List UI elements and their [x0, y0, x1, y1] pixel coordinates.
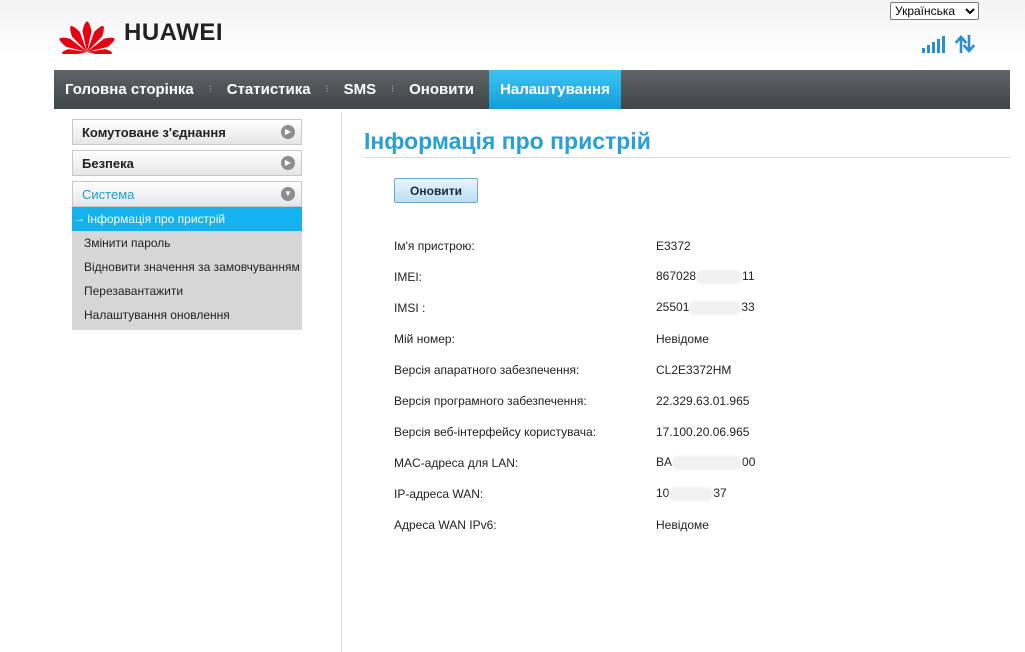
- redacted-blur: [672, 455, 743, 470]
- info-value-end: 33: [741, 300, 755, 315]
- info-value: 10 37: [656, 486, 727, 501]
- redacted-blur: [689, 300, 742, 315]
- info-label: Версія веб-інтерфейсу користувача:: [394, 424, 597, 439]
- huawei-flower-icon: [59, 21, 115, 54]
- info-value-end: 11: [742, 269, 755, 284]
- sidebar-section-label: Комутоване з'єднання: [82, 124, 226, 140]
- info-row-wan-ipv6: Адреса WAN IPv6: Невідоме: [394, 509, 755, 540]
- info-label: MAC-адреса для LAN:: [394, 455, 519, 470]
- info-label: Версія програмного забезпечення:: [394, 393, 587, 408]
- nav-separator: ⁝: [391, 84, 395, 95]
- content-divider: [341, 112, 342, 652]
- info-row-lan-mac: MAC-адреса для LAN: BA 00: [394, 447, 755, 478]
- sidebar-item-restore-defaults[interactable]: Відновити значення за замовчуванням: [72, 255, 302, 279]
- info-value: CL2E3372HM: [656, 362, 732, 377]
- info-row-imsi: IMSI : 25501 33: [394, 292, 755, 323]
- chevron-right-icon: ▶: [281, 156, 295, 170]
- info-value: 22.329.63.01.965: [656, 393, 750, 408]
- sidebar-section-system[interactable]: Система ▼: [72, 181, 302, 207]
- info-value-start: 25501: [656, 300, 690, 315]
- arrow-right-icon: →: [74, 213, 85, 225]
- sidebar-item-reboot[interactable]: Перезавантажити: [72, 279, 302, 303]
- huawei-logo: HUAWEI: [58, 12, 223, 54]
- nav-separator: ⁝: [208, 84, 212, 95]
- chevron-right-icon: ▶: [281, 125, 295, 139]
- info-row-my-number: Мій номер: Невідоме: [394, 323, 755, 354]
- title-divider: [364, 157, 1010, 158]
- info-value-start: BA: [656, 455, 673, 470]
- system-submenu: → Інформація про пристрій Змінити пароль…: [72, 207, 302, 330]
- status-indicators: [922, 35, 975, 53]
- data-transfer-icon: [955, 35, 975, 53]
- info-row-imei: IMEI: 867028 11: [394, 261, 755, 292]
- refresh-button[interactable]: Оновити: [394, 178, 478, 203]
- sidebar-section-label: Система: [82, 186, 135, 202]
- info-row-software-version: Версія програмного забезпечення: 22.329.…: [394, 385, 755, 416]
- page-title: Інформація про пристрій: [364, 128, 651, 154]
- nav-separator: ⁝: [325, 84, 329, 95]
- nav-update[interactable]: Оновити: [398, 70, 485, 109]
- info-value: Невідоме: [656, 517, 709, 532]
- info-value: 867028 11: [656, 269, 755, 284]
- sidebar-section-security[interactable]: Безпека ▶: [72, 150, 302, 176]
- info-value: E3372: [656, 238, 691, 253]
- chevron-down-icon: ▼: [281, 187, 295, 201]
- nav-sms[interactable]: SMS: [333, 70, 388, 109]
- brand-name: HUAWEI: [124, 19, 223, 46]
- device-info-table: Ім'я пристрою: E3372 IMEI: 867028 11 IMSI…: [394, 230, 755, 540]
- info-value: BA 00: [656, 455, 755, 470]
- sidebar-item-update-settings[interactable]: Налаштування оновлення: [72, 303, 302, 327]
- info-value-end: 00: [742, 455, 756, 470]
- sidebar-section-label: Безпека: [82, 155, 134, 171]
- nav-settings[interactable]: Налаштування: [489, 70, 621, 109]
- info-row-device-name: Ім'я пристрою: E3372: [394, 230, 755, 261]
- nav-home[interactable]: Головна сторінка: [54, 70, 205, 109]
- info-row-wan-ip: IP-адреса WAN: 10 37: [394, 478, 755, 509]
- sidebar-item-device-info[interactable]: → Інформація про пристрій: [72, 207, 302, 231]
- info-value-start: 867028: [656, 269, 697, 284]
- info-value-end: 37: [713, 486, 727, 501]
- page: HUAWEI Українська Головна сторінка ⁝ Ста…: [0, 0, 1025, 652]
- info-label: IMEI:: [394, 269, 423, 284]
- info-label: Мій номер:: [394, 331, 455, 346]
- sidebar-item-change-password[interactable]: Змінити пароль: [72, 231, 302, 255]
- info-label: IP-адреса WAN:: [394, 486, 484, 501]
- info-label: Ім'я пристрою:: [394, 238, 475, 253]
- info-label: Версія апаратного забезпечення:: [394, 362, 580, 377]
- sidebar-item-label: Інформація про пристрій: [87, 212, 226, 226]
- info-value-start: 10: [656, 486, 670, 501]
- info-label: IMSI :: [394, 300, 426, 315]
- info-label: Адреса WAN IPv6:: [394, 517, 497, 532]
- info-row-hardware-version: Версія апаратного забезпечення: CL2E3372…: [394, 354, 755, 385]
- main-nav: Головна сторінка ⁝ Статистика ⁝ SMS ⁝ Он…: [54, 70, 1010, 109]
- signal-strength-icon: [922, 36, 945, 53]
- redacted-blur: [696, 269, 743, 284]
- info-value: 25501 33: [656, 300, 755, 315]
- info-value: Невідоме: [656, 331, 709, 346]
- sidebar-section-dialup[interactable]: Комутоване з'єднання ▶: [72, 119, 302, 145]
- info-row-webui-version: Версія веб-інтерфейсу користувача: 17.10…: [394, 416, 755, 447]
- nav-statistics[interactable]: Статистика: [216, 70, 322, 109]
- language-select[interactable]: Українська: [890, 2, 979, 20]
- info-value: 17.100.20.06.965: [656, 424, 750, 439]
- redacted-blur: [669, 486, 714, 501]
- sidebar: Комутоване з'єднання ▶ Безпека ▶ Система…: [72, 119, 302, 330]
